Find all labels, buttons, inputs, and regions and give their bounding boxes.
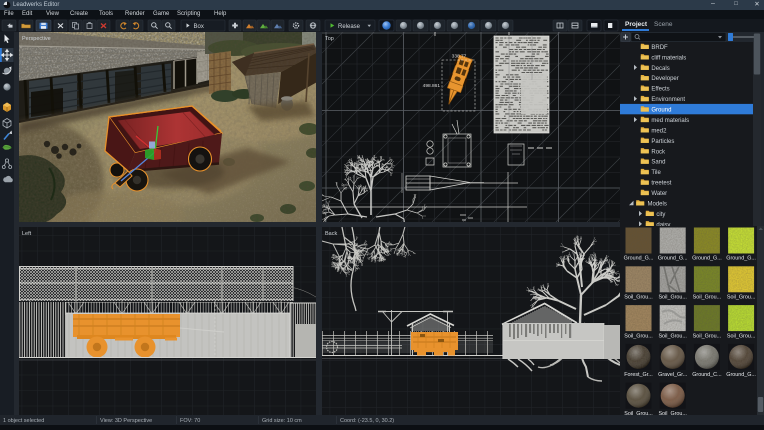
svg-text:Top: Top [325,36,334,42]
svg-text:Developer: Developer [651,76,678,82]
svg-text:Left: Left [22,231,32,237]
svg-text:Models: Models [648,201,667,207]
svg-text:Ground_G...: Ground_G... [624,256,654,262]
svg-text:Ground_G...: Ground_G... [692,256,722,262]
svg-text:Soil_Grou...: Soil_Grou... [658,333,686,339]
svg-text:Soil_Grou...: Soil_Grou... [727,333,755,339]
svg-text:Release: Release [338,24,361,30]
svg-text:med2: med2 [651,128,667,134]
svg-text:Water: Water [651,191,667,197]
svg-text:Ground: Ground [651,108,671,114]
svg-text:Environment: Environment [651,97,685,103]
svg-text:Back: Back [325,231,337,237]
svg-text:Ground_G...: Ground_G... [658,256,688,262]
svg-text:Tile: Tile [651,170,661,176]
svg-text:Gravel_Gr...: Gravel_Gr... [658,372,687,378]
svg-text:med materials: med materials [651,118,689,124]
svg-text:Decals: Decals [651,66,669,72]
svg-text:Particles: Particles [651,139,674,145]
svg-text:Forest_Gr...: Forest_Gr... [624,372,652,378]
svg-text:498.861: 498.861 [423,83,441,89]
svg-text:Sand: Sand [651,160,665,166]
svg-text:city: city [656,212,665,218]
svg-text:Soil_Grou...: Soil_Grou... [624,295,652,301]
svg-text:Ground_C...: Ground_C... [692,372,721,378]
svg-text:Soil_Grou...: Soil_Grou... [624,333,652,339]
svg-text:cliff materials: cliff materials [651,55,686,61]
svg-text:Soil_Grou...: Soil_Grou... [693,333,721,339]
svg-text:Rock: Rock [651,149,666,155]
svg-text:Soil_Grou...: Soil_Grou... [727,295,755,301]
svg-text:Soil_Grou...: Soil_Grou... [658,295,686,301]
svg-text:Box: Box [194,24,204,30]
svg-text:treetest: treetest [651,181,671,187]
svg-text:BRDF: BRDF [651,45,668,51]
svg-text:Ground_G...: Ground_G... [726,372,756,378]
svg-text:Ground_G...: Ground_G... [726,256,756,262]
svg-text:Effects: Effects [651,87,669,93]
svg-text:338.77: 338.77 [452,54,467,60]
svg-text:Perspective: Perspective [22,36,51,42]
svg-text:Soil_Grou...: Soil_Grou... [693,295,721,301]
